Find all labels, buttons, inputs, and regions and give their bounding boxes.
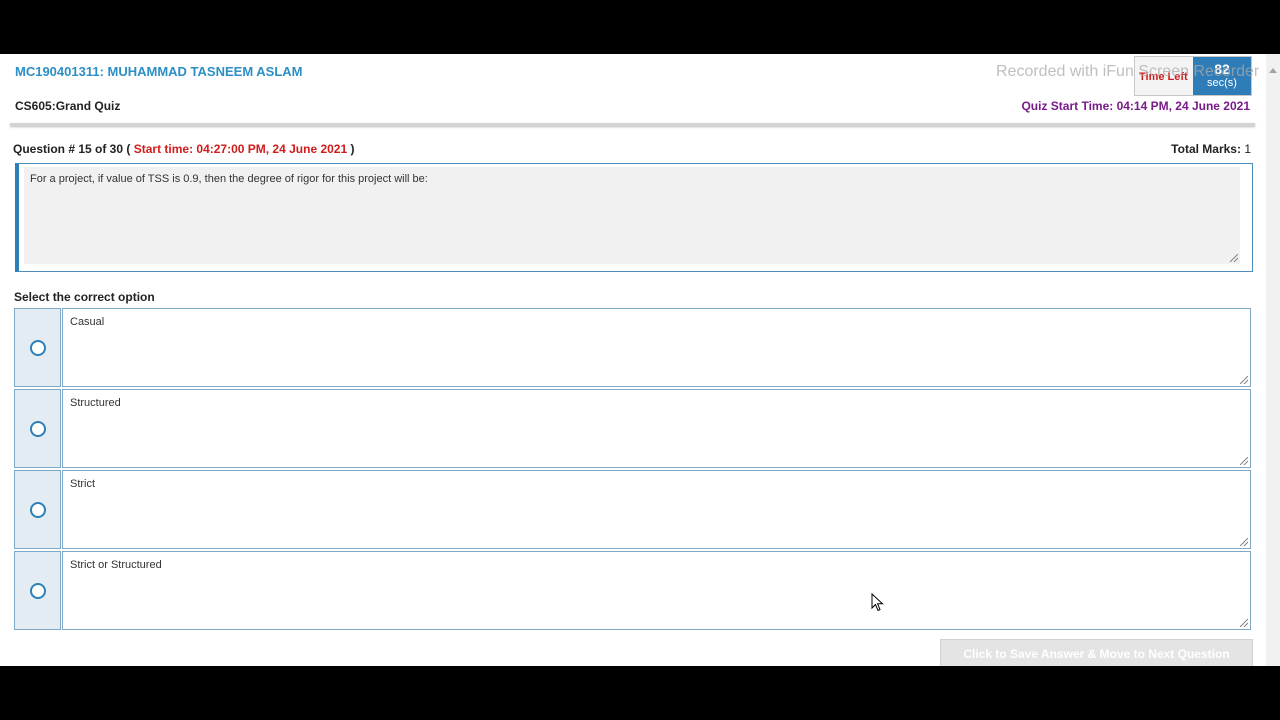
question-text: For a project, if value of TSS is 0.9, t… <box>30 173 428 185</box>
option-textarea[interactable]: Strict <box>62 470 1251 549</box>
option-text: Casual <box>70 316 105 328</box>
radio-button[interactable] <box>30 583 46 599</box>
resize-grip-icon[interactable] <box>1230 254 1238 262</box>
option-radio-cell[interactable] <box>14 308 61 387</box>
option-text: Strict <box>70 478 96 490</box>
resize-grip-icon[interactable] <box>1240 376 1248 384</box>
total-marks-value: 1 <box>1244 142 1251 156</box>
question-header: Question # 15 of 30 ( Start time: 04:27:… <box>13 142 355 156</box>
mouse-cursor-icon <box>871 593 884 612</box>
question-textarea[interactable]: For a project, if value of TSS is 0.9, t… <box>24 167 1240 264</box>
total-marks: Total Marks: 1 <box>1171 142 1251 156</box>
option-radio-cell[interactable] <box>14 470 61 549</box>
radio-button[interactable] <box>30 502 46 518</box>
scroll-up-arrow-icon[interactable] <box>1269 68 1277 73</box>
option-text: Strict or Structured <box>70 559 162 571</box>
quiz-page: MC190401311: MUHAMMAD TASNEEM ASLAM CS60… <box>0 54 1280 666</box>
option-row: Casual <box>14 308 1251 387</box>
resize-grip-icon[interactable] <box>1240 538 1248 546</box>
radio-button[interactable] <box>30 421 46 437</box>
vertical-scrollbar[interactable] <box>1266 54 1280 666</box>
header-divider <box>10 123 1255 126</box>
student-name: MC190401311: MUHAMMAD TASNEEM ASLAM <box>15 64 303 79</box>
option-row: Strict <box>14 470 1251 549</box>
option-textarea[interactable]: Structured <box>62 389 1251 468</box>
option-row: Structured <box>14 389 1251 468</box>
select-option-label: Select the correct option <box>14 290 155 304</box>
question-number-close: ) <box>350 142 355 156</box>
question-number: Question # 15 of 30 ( <box>13 142 131 156</box>
resize-grip-icon[interactable] <box>1240 619 1248 627</box>
option-textarea[interactable]: Strict or Structured <box>62 551 1251 630</box>
total-marks-label: Total Marks: <box>1171 142 1241 156</box>
save-next-button[interactable]: Click to Save Answer & Move to Next Ques… <box>940 639 1253 666</box>
option-radio-cell[interactable] <box>14 551 61 630</box>
radio-button[interactable] <box>30 340 46 356</box>
option-radio-cell[interactable] <box>14 389 61 468</box>
question-start-time: Start time: 04:27:00 PM, 24 June 2021 <box>133 142 348 156</box>
quiz-name: CS605:Grand Quiz <box>15 99 121 113</box>
resize-grip-icon[interactable] <box>1240 457 1248 465</box>
option-row: Strict or Structured <box>14 551 1251 630</box>
quiz-start-time: Quiz Start Time: 04:14 PM, 24 June 2021 <box>1021 99 1250 113</box>
question-box: For a project, if value of TSS is 0.9, t… <box>15 163 1253 272</box>
recorder-watermark: Recorded with iFun Screen Recorder <box>996 63 1260 80</box>
option-textarea[interactable]: Casual <box>62 308 1251 387</box>
option-text: Structured <box>70 397 121 409</box>
